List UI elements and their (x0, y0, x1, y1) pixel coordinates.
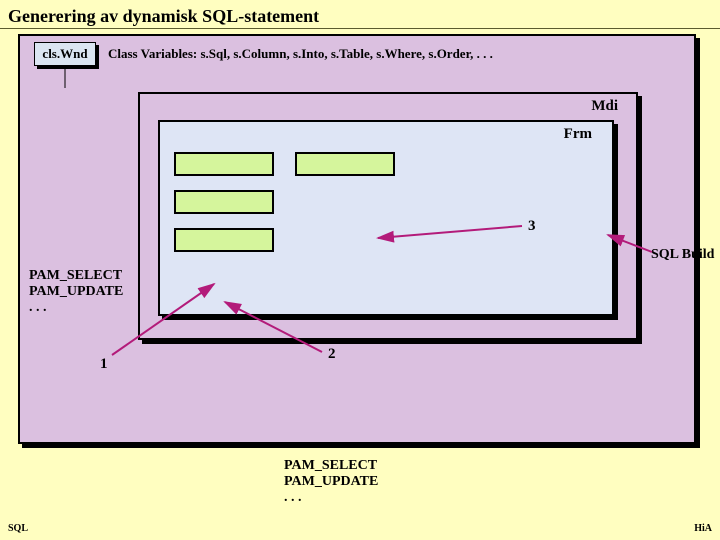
pam-lower-line3: . . . (284, 490, 378, 506)
frm-panel: Frm (158, 120, 614, 316)
mdi-label: Mdi (591, 98, 618, 115)
class-variables-text: Class Variables: s.Sql, s.Column, s.Into… (108, 46, 493, 62)
page-title: Generering av dynamisk SQL-statement (8, 6, 319, 27)
step-3-label: 3 (528, 218, 536, 235)
pam-list-lower: PAM_SELECT PAM_UPDATE . . . (284, 458, 378, 506)
form-field-4 (174, 228, 274, 252)
pam-upper-line3: . . . (29, 300, 123, 316)
form-field-1 (174, 152, 274, 176)
pam-lower-line1: PAM_SELECT (284, 458, 378, 474)
frm-label: Frm (564, 126, 592, 143)
cls-wnd-box: cls.Wnd (34, 42, 96, 66)
form-field-3 (174, 190, 274, 214)
step-1-label: 1 (100, 356, 108, 373)
step-2-label: 2 (328, 346, 336, 363)
footer-right: HiA (694, 523, 712, 534)
form-field-2 (295, 152, 395, 176)
pam-upper-line2: PAM_UPDATE (29, 284, 123, 300)
pam-list-upper: PAM_SELECT PAM_UPDATE . . . (29, 268, 123, 316)
pam-lower-line2: PAM_UPDATE (284, 474, 378, 490)
footer-left: SQL (8, 523, 28, 534)
sql-build-label: SQL Build (651, 247, 714, 263)
title-underline (0, 28, 720, 29)
pam-upper-line1: PAM_SELECT (29, 268, 123, 284)
